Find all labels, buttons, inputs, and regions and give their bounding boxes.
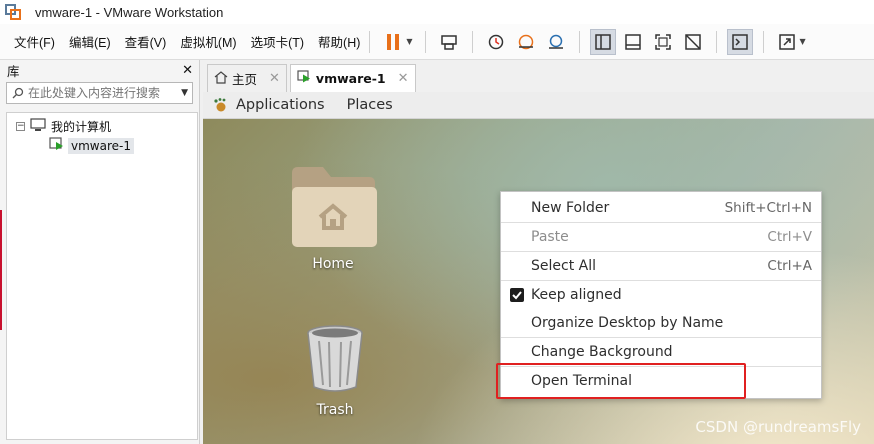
console-view-icon[interactable] [620, 29, 646, 55]
menu-item-shortcut: Ctrl+V [767, 229, 812, 245]
search-icon [12, 84, 24, 103]
toolbar-separator [762, 30, 764, 53]
menu-item-label: Keep aligned [531, 287, 622, 303]
desktop-icon-trash[interactable]: Trash [299, 323, 371, 418]
menu-item-label: New Folder [531, 200, 610, 216]
snapshot-icon[interactable] [483, 29, 509, 55]
library-view-icon[interactable] [589, 28, 616, 55]
menu-file[interactable]: 文件(F) [14, 32, 55, 51]
menu-item-label: Paste [531, 229, 569, 245]
desktop-icon-home[interactable]: Home [289, 165, 377, 272]
revert-snapshot-icon[interactable] [513, 29, 539, 55]
terminal-icon[interactable] [726, 28, 753, 55]
library-panel: 库 ✕ ▼ − 我的计算机 vmware-1 [0, 60, 200, 444]
menu-item-keep-aligned[interactable]: Keep aligned [501, 281, 821, 309]
snapshot-manager-icon[interactable] [543, 29, 569, 55]
menu-edit[interactable]: 编辑(E) [69, 32, 111, 51]
menu-item-shortcut: Shift+Ctrl+N [724, 200, 812, 216]
search-dropdown-icon[interactable]: ▼ [181, 88, 188, 98]
menu-view[interactable]: 查看(V) [125, 32, 167, 51]
applications-menu[interactable]: Applications [236, 97, 325, 113]
menu-help[interactable]: 帮助(H) [318, 32, 360, 51]
window-title: vmware-1 - VMware Workstation [35, 4, 224, 20]
menu-item-label: Organize Desktop by Name [531, 315, 724, 331]
stretch-icon[interactable] [774, 29, 800, 55]
tree-item-vmware-1[interactable]: vmware-1 [49, 136, 197, 156]
stretch-dropdown-icon[interactable]: ▼ [800, 37, 806, 46]
gnome-foot-icon [212, 97, 228, 113]
vm-running-icon [297, 70, 312, 87]
title-bar: vmware-1 - VMware Workstation [0, 0, 874, 24]
toolbar-separator [578, 30, 580, 53]
watermark: CSDN @rundreamsFly [695, 418, 861, 436]
tree-item-my-computer[interactable]: − 我的计算机 [7, 116, 197, 136]
pause-icon[interactable] [380, 29, 406, 55]
tab-vmware-1[interactable]: vmware-1 ✕ [289, 64, 416, 92]
home-folder-icon [289, 165, 377, 253]
toolbar-separator [369, 30, 371, 53]
tree-item-label: vmware-1 [68, 138, 134, 154]
send-keys-icon[interactable] [436, 29, 462, 55]
vmware-logo-icon [5, 4, 21, 20]
panel-edge-marker [0, 210, 2, 330]
computer-icon [30, 117, 46, 135]
menu-item-new-folder[interactable]: New Folder Shift+Ctrl+N [501, 194, 821, 222]
menu-tabs[interactable]: 选项卡(T) [251, 32, 304, 51]
library-search-input[interactable] [24, 86, 182, 100]
close-tab-icon[interactable]: ✕ [269, 71, 280, 86]
library-header: 库 ✕ [0, 60, 199, 80]
desktop-icon-label: Home [312, 256, 354, 272]
menu-item-organize-desktop[interactable]: Organize Desktop by Name [501, 309, 821, 337]
menu-item-label: Select All [531, 258, 596, 274]
menu-item-label: Change Background [531, 344, 673, 360]
unity-icon[interactable] [680, 29, 706, 55]
toolbar-separator [715, 30, 717, 53]
vm-running-icon [49, 137, 65, 155]
pause-dropdown-icon[interactable]: ▼ [406, 37, 412, 46]
toolbar-separator [424, 30, 426, 53]
checkbox-checked-icon[interactable] [510, 288, 524, 302]
tab-label: vmware-1 [315, 71, 386, 86]
annotation-highlight-box [496, 363, 746, 399]
desktop-icon-label: Trash [316, 402, 354, 418]
menu-vm[interactable]: 虚拟机(M) [180, 32, 236, 51]
gnome-top-bar: Applications Places [203, 92, 874, 119]
trash-icon [299, 323, 371, 399]
tab-label: 主页 [232, 72, 258, 87]
menu-item-paste: Paste Ctrl+V [501, 223, 821, 251]
tree-item-label: 我的计算机 [51, 119, 112, 134]
tab-home[interactable]: 主页 ✕ [207, 64, 287, 92]
library-title: 库 [7, 63, 20, 79]
collapse-icon[interactable]: − [16, 121, 25, 131]
close-tab-icon[interactable]: ✕ [398, 71, 409, 86]
menu-item-change-background[interactable]: Change Background [501, 338, 821, 366]
menu-toolbar: 文件(F) 编辑(E) 查看(V) 虚拟机(M) 选项卡(T) 帮助(H) ▼ [0, 24, 874, 60]
vmware-window: vmware-1 - VMware Workstation 文件(F) 编辑(E… [0, 0, 874, 444]
places-menu[interactable]: Places [347, 97, 393, 113]
library-search-box[interactable]: ▼ [6, 82, 193, 104]
fullscreen-icon[interactable] [650, 29, 676, 55]
toolbar-separator [471, 30, 473, 53]
tab-strip: 主页 ✕ vmware-1 ✕ [203, 60, 874, 92]
menu-item-shortcut: Ctrl+A [767, 258, 812, 274]
close-library-icon[interactable]: ✕ [182, 63, 193, 78]
menu-item-select-all[interactable]: Select All Ctrl+A [501, 252, 821, 280]
library-tree: − 我的计算机 vmware-1 [6, 112, 198, 440]
home-icon [214, 70, 228, 87]
